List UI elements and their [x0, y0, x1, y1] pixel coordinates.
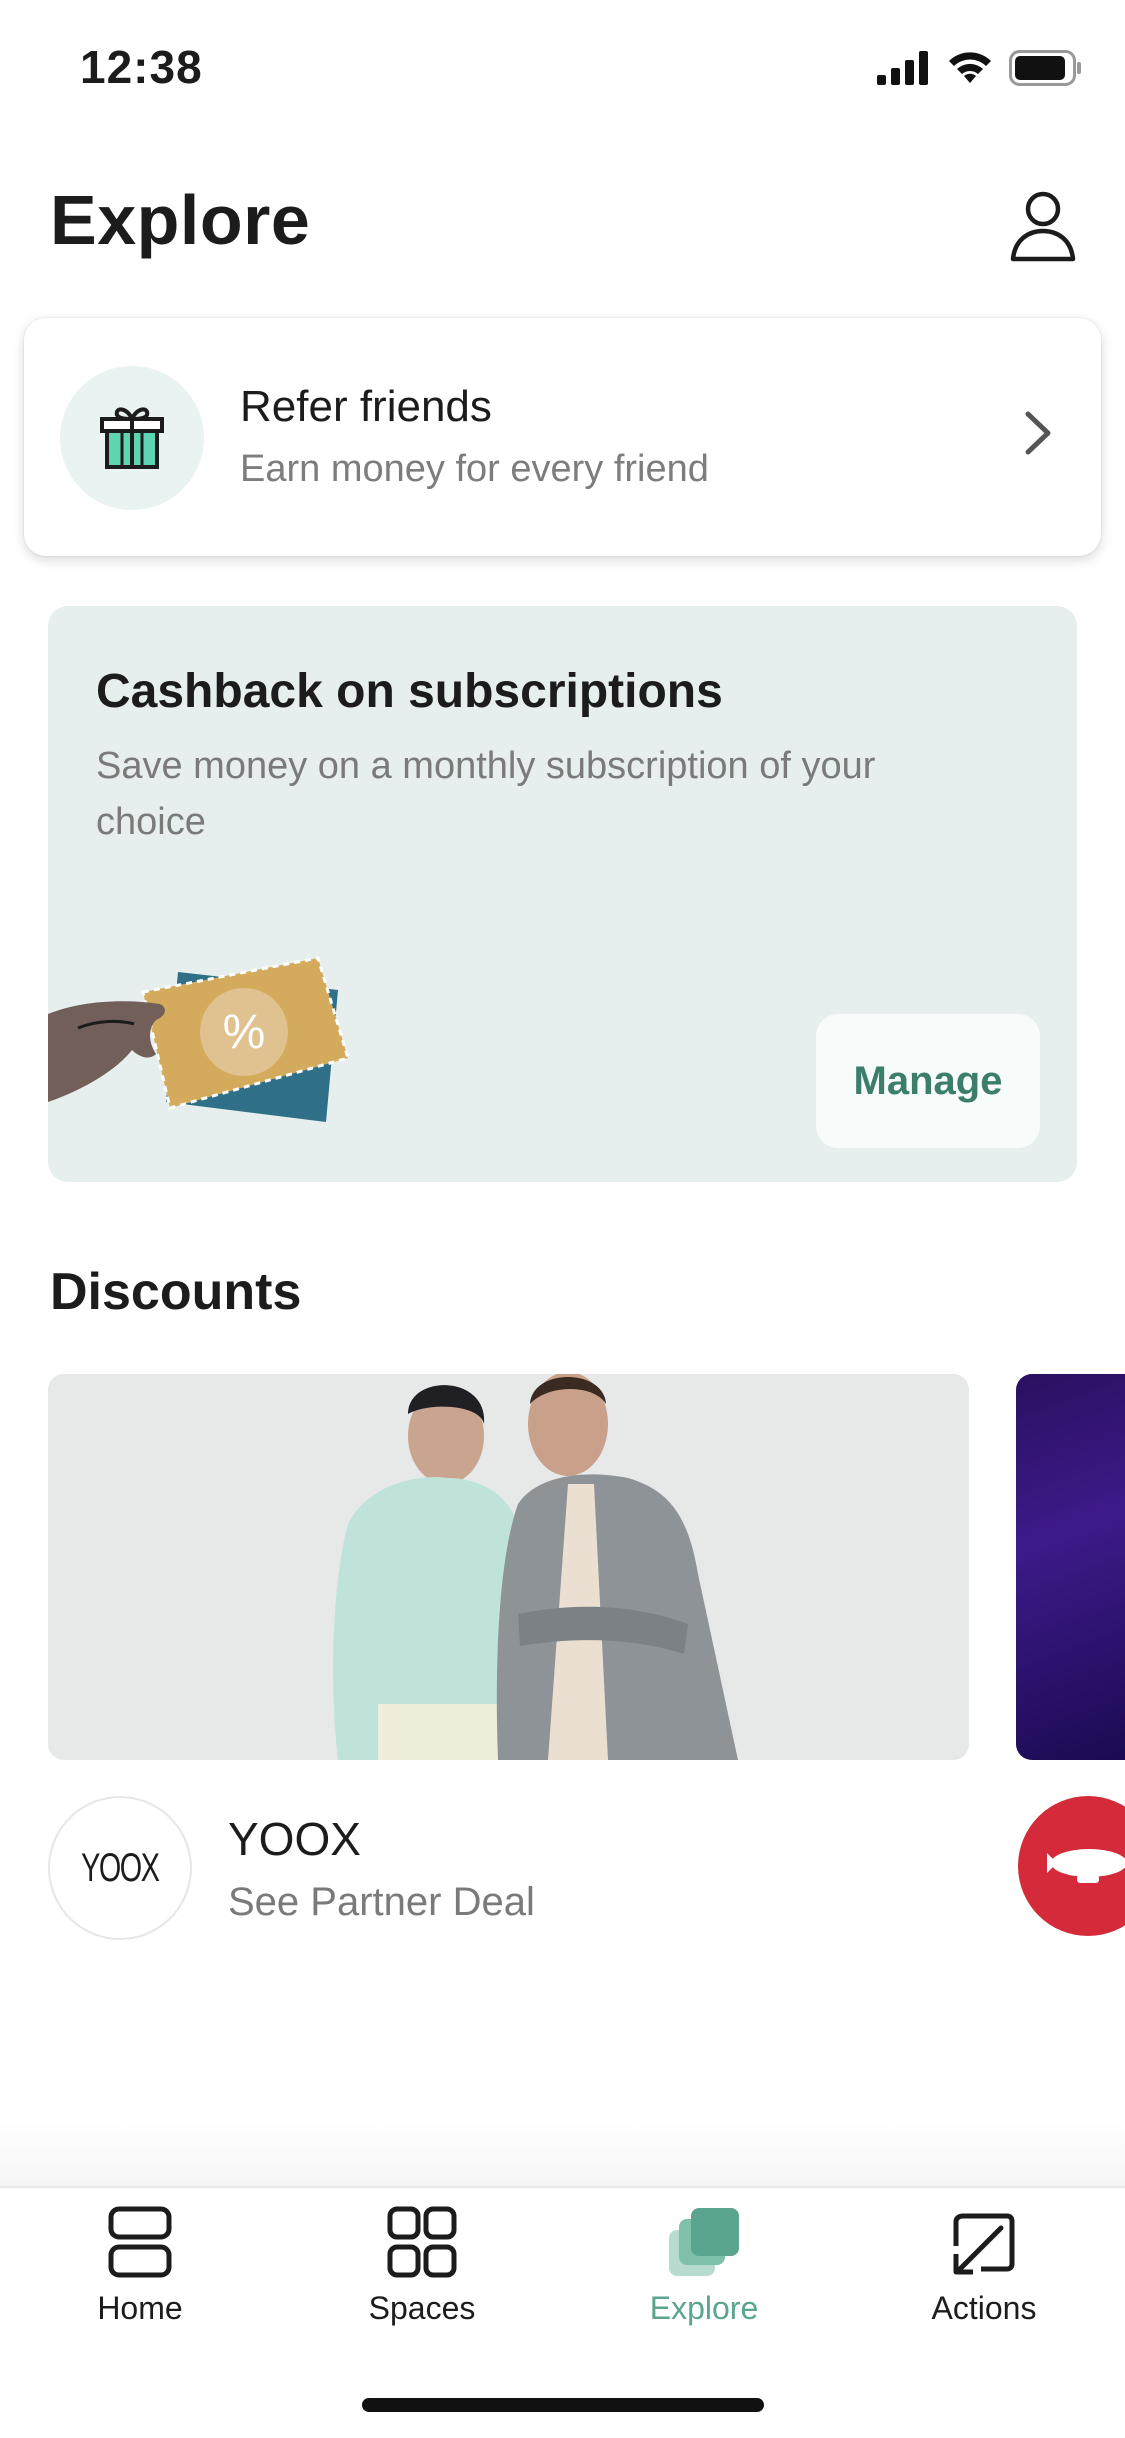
gift-icon-circle [60, 366, 204, 510]
svg-text:%: % [223, 1006, 266, 1059]
tab-actions[interactable]: Actions [864, 2206, 1104, 2327]
coupon-hand-illustration: % [48, 956, 350, 1122]
tab-spaces-label: Spaces [368, 2290, 476, 2326]
discounts-heading: Discounts [50, 1263, 302, 1321]
tab-actions-label: Actions [931, 2290, 1037, 2326]
tab-explore-label: Explore [649, 2290, 759, 2326]
second-deal-image[interactable] [1016, 1374, 1125, 1760]
airship-logo[interactable] [1018, 1796, 1125, 1936]
signal-icon [877, 51, 928, 85]
tab-explore[interactable]: Explore [584, 2206, 824, 2327]
status-time: 12:38 [80, 41, 203, 93]
cashback-title: Cashback on subscriptions [96, 665, 723, 718]
tab-home[interactable]: Home [20, 2206, 260, 2327]
wifi-icon [949, 52, 991, 83]
fashion-models-image [48, 1374, 969, 1760]
tab-home-label: Home [97, 2290, 183, 2326]
cashback-subtitle: Save money on a monthly subscription of … [96, 745, 876, 843]
explore-icon [669, 2208, 739, 2276]
refer-title: Refer friends [240, 382, 492, 431]
manage-button[interactable]: Manage [816, 1014, 1040, 1148]
deal-name[interactable]: YOOX [228, 1812, 361, 1866]
spaces-icon [387, 2206, 457, 2278]
page-title: Explore [50, 181, 311, 259]
yoox-logo: YOOX [48, 1796, 192, 1940]
battery-icon [1009, 50, 1081, 86]
refer-subtitle: Earn money for every friend [240, 448, 709, 490]
status-icons [877, 50, 1083, 86]
yoox-logo-text: YOOX [81, 1845, 160, 1890]
gift-icon [100, 407, 164, 469]
actions-icon [953, 2213, 1015, 2275]
tab-spaces[interactable]: Spaces [302, 2206, 542, 2327]
yoox-deal-image[interactable] [48, 1374, 969, 1760]
tabbar-shadow [0, 2120, 1125, 2186]
home-icon [108, 2206, 172, 2278]
profile-icon[interactable] [1003, 185, 1083, 265]
deal-subtitle[interactable]: See Partner Deal [228, 1880, 535, 1925]
chevron-right-icon [1025, 411, 1051, 455]
airship-icon [1047, 1849, 1125, 1883]
home-indicator[interactable] [362, 2398, 764, 2412]
